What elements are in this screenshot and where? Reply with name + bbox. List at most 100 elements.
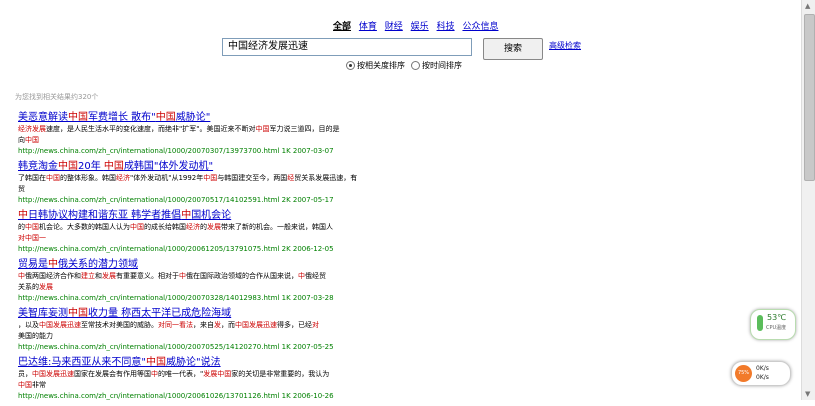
radio-selected-icon[interactable]	[346, 61, 355, 70]
result-snippet-text: 贸	[18, 185, 25, 193]
tab-sports[interactable]: 体育	[359, 22, 377, 32]
result-snippet: 了韩国在中国的整体形象。韩国经济"体外发动机"从1992年中国与韩国建交至今，两…	[18, 173, 380, 195]
result-snippet-text: 军力说三道四，目的是	[269, 125, 340, 133]
network-speed-widget[interactable]: 75% 0K/s 0K/s	[731, 361, 791, 386]
result-snippet-text: 中国	[235, 321, 249, 329]
result-snippet-text: 的成长给韩国	[144, 223, 186, 231]
result-snippet-text: 中国	[18, 381, 32, 389]
result-snippet-text: 对	[312, 321, 319, 329]
result-snippet-text: 贸关系	[294, 174, 316, 182]
result-snippet-text: 非常	[32, 381, 46, 389]
result-snippet-text: 中国	[46, 174, 60, 182]
result-snippet-text: 建立	[81, 272, 95, 280]
category-nav: 全部 体育 财经 娱乐 科技 公众信息	[333, 19, 503, 32]
scrollbar-thumb[interactable]	[804, 14, 815, 181]
result-title-text: 韩竞淘金	[18, 161, 58, 172]
tab-entertainment[interactable]: 娱乐	[411, 22, 429, 32]
result-url[interactable]: http://news.china.com/zh_cn/internationa…	[18, 244, 380, 255]
result-title-text: 收力量 称西太平洋已成危险海域	[88, 308, 232, 319]
result-snippet-text: 经济	[186, 223, 200, 231]
result-snippet-text: 中国	[130, 223, 144, 231]
result-snippet-text: 了韩国在	[18, 174, 46, 182]
result-snippet-text: 发展迅速	[315, 174, 344, 182]
result-snippet: 的中国机会论。大多数的韩国人认为中国的成长给韩国经济的发展带来了新的机会。一般来…	[18, 222, 380, 244]
result-item: 美恶意解读中国军费增长 散布"中国威胁论" 经济发展速度，是人民生活水平的变化速度…	[18, 112, 380, 157]
result-snippet-text: 和	[95, 272, 102, 280]
result-snippet-text: 法	[186, 321, 193, 329]
result-snippet-text: 经济	[116, 174, 130, 182]
tab-tech[interactable]: 科技	[437, 22, 455, 32]
thermometer-icon	[757, 315, 763, 331]
search-input[interactable]	[222, 38, 472, 56]
result-title-text: 中国	[68, 112, 88, 123]
result-title-text: 中国	[145, 357, 166, 368]
result-snippet-text: 的	[200, 223, 207, 231]
tab-public-info[interactable]: 公众信息	[462, 22, 498, 32]
scroll-down-icon[interactable]: ▼	[805, 390, 810, 398]
result-item: 韩竞淘金中国20年 中国成韩国"体外发动机" 了韩国在中国的整体形象。韩国经济"体…	[18, 161, 380, 206]
result-snippet-text: "体外发动机"从1992年	[130, 174, 204, 182]
result-snippet-text: 员，	[18, 370, 32, 378]
result-snippet: ，以及中国发展迅速至常技术对美国的威胁。对同一看法，来自发，而中国发展迅速得多，…	[18, 320, 380, 342]
result-snippet-text: ，有	[343, 174, 358, 182]
result-snippet-text: 中	[151, 370, 158, 378]
result-title-text: 中	[18, 210, 28, 221]
result-snippet-text: ，来自	[193, 321, 214, 329]
result-snippet-text: 向	[18, 136, 25, 144]
result-snippet-text: 中国	[25, 136, 39, 144]
result-snippet-text: 得多，已经	[277, 321, 312, 329]
result-url[interactable]: http://news.china.com/zh_cn/internationa…	[18, 342, 380, 353]
result-title-link[interactable]: 美恶意解读中国军费增长 散布"中国威胁论"	[18, 112, 380, 124]
cpu-temperature-widget[interactable]: 53℃ CPU温度	[750, 309, 796, 340]
result-title-link[interactable]: 中日韩协议构建和谐东亚 韩学者推倡中国机会论	[18, 210, 380, 222]
result-title-text: 中国	[68, 308, 88, 319]
result-snippet-text: 迅速	[263, 321, 277, 329]
result-title-link[interactable]: 贸易是中俄关系的潜力领域	[18, 259, 380, 271]
result-count: 为您找到相关结果约320个	[15, 93, 99, 101]
result-snippet-text: 发展	[32, 125, 46, 133]
tab-finance[interactable]: 财经	[385, 22, 403, 32]
result-title-text: 日韩协议构建和谐东亚 韩学者推倡	[28, 210, 182, 221]
result-snippet-text: 发展	[102, 272, 116, 280]
result-title-text: 美恶意解读	[18, 112, 68, 123]
result-title-text: 威胁论"	[175, 112, 211, 123]
result-snippet-text: 机会论。大多数的韩国人认为	[39, 223, 130, 231]
result-url[interactable]: http://news.china.com/zh_cn/internationa…	[18, 293, 380, 304]
result-title-text: 20年	[78, 161, 104, 172]
result-title-link[interactable]: 美智库妄测中国收力量 称西太平洋已成危险海域	[18, 308, 380, 320]
advanced-search-link[interactable]: 高级检索	[549, 40, 581, 51]
result-snippet-text: 中国	[203, 174, 218, 182]
result-snippet-text: 俄在国际政治领域的合作从国来说，	[186, 272, 298, 280]
result-snippet: 员，中国发展迅速国家在发展会有作用等国中的唯一代表，"发展中国家的关切是非常重要…	[18, 369, 380, 391]
result-title-text: 中	[48, 259, 58, 270]
result-title-text: 威胁论"说法	[165, 357, 221, 368]
result-item: 中日韩协议构建和谐东亚 韩学者推倡中国机会论 的中国机会论。大多数的韩国人认为中国…	[18, 210, 380, 255]
result-snippet-text: 美国的能力	[18, 332, 53, 340]
result-snippet-text: 俄两国经济合作和	[25, 272, 81, 280]
radio-icon[interactable]	[411, 61, 420, 70]
search-button[interactable]: 搜索	[483, 38, 543, 60]
sort-by-relevance[interactable]: 按相关度排序	[346, 60, 405, 71]
temperature-label: CPU温度	[766, 325, 787, 331]
result-title-link[interactable]: 韩竞淘金中国20年 中国成韩国"体外发动机"	[18, 161, 380, 173]
result-snippet-text: 中	[298, 272, 305, 280]
gauge-icon: 75%	[735, 365, 752, 382]
result-snippet-text: 至常技术对美国的威胁。	[81, 321, 158, 329]
result-url[interactable]: http://news.china.com/zh_cn/internationa…	[18, 146, 380, 157]
result-url[interactable]: http://news.china.com/zh_cn/internationa…	[18, 195, 380, 206]
sort-by-time[interactable]: 按时间排序	[411, 60, 462, 71]
sort-relevance-label: 按相关度排序	[357, 61, 405, 70]
result-snippet-text: 发	[214, 321, 221, 329]
result-url[interactable]: http://news.china.com/zh_cn/internationa…	[18, 391, 380, 402]
tab-all[interactable]: 全部	[333, 22, 351, 32]
result-item: 巴达维:马来西亚从来不同意"中国威胁论"说法 员，中国发展迅速国家在发展会有作用等…	[18, 357, 380, 402]
result-snippet-text: 发展	[46, 370, 60, 378]
result-snippet-text: 国家在发展会有作用等国	[74, 370, 151, 378]
result-snippet-text: 一	[39, 234, 46, 242]
result-snippet-text: 对	[158, 321, 165, 329]
result-title-text: 美智库妄测	[18, 308, 68, 319]
result-title-link[interactable]: 巴达维:马来西亚从来不同意"中国威胁论"说法	[18, 357, 380, 369]
result-snippet-text: 俄经贸	[305, 272, 326, 280]
scroll-up-icon[interactable]: ▲	[805, 2, 810, 10]
scrollbar[interactable]: ▲ ▼	[801, 0, 815, 400]
